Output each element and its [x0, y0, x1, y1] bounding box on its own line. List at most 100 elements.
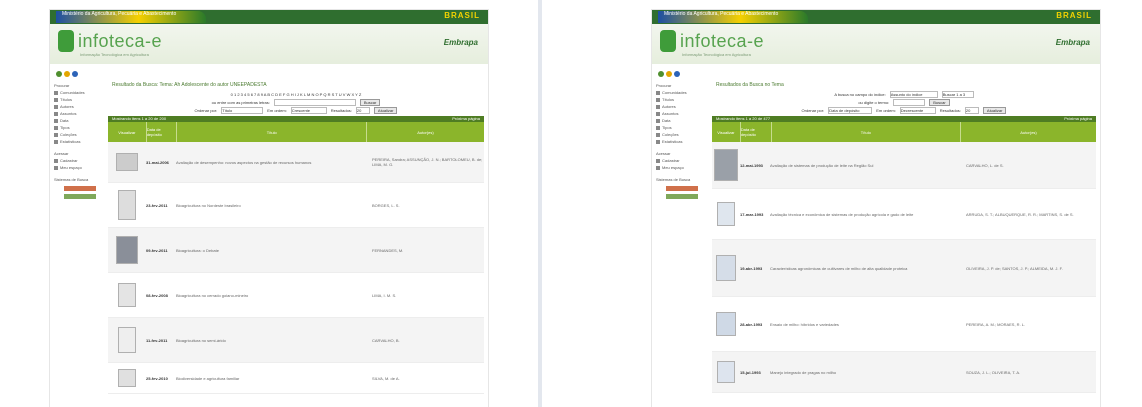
- cell-author[interactable]: SILVA, M. de A.: [372, 376, 484, 381]
- update-button[interactable]: Atualizar: [373, 106, 398, 114]
- field-select[interactable]: Assunto do índice: [889, 90, 938, 98]
- cell-title[interactable]: Avaliação de desempenho: novos aspectos …: [176, 160, 372, 165]
- sidebar-item-autores[interactable]: Autores: [54, 103, 106, 110]
- embrapa-logo[interactable]: Embrapa: [1056, 38, 1090, 47]
- cell-author[interactable]: ARRUDA, S. T.; ALBUQUERQUE, R. R.; MARTI…: [966, 212, 1096, 217]
- cell-title[interactable]: Biodiversidade e agricultura familiar: [176, 376, 372, 381]
- thumbnail[interactable]: [108, 327, 146, 353]
- sidebar-item-colecoes[interactable]: Coleções: [656, 131, 708, 138]
- sidebar-item-comunidades[interactable]: Comunidades: [54, 89, 106, 96]
- table-row[interactable]: 19-abr-1993 Características agronômicas …: [712, 240, 1096, 297]
- home-icon[interactable]: [56, 71, 62, 77]
- sidebar-item-estatisticas[interactable]: Estatísticas: [54, 138, 106, 145]
- col-data[interactable]: Data de depósito: [147, 122, 178, 142]
- sidebar-item-titulos[interactable]: Títulos: [54, 96, 106, 103]
- table-row[interactable]: 12-mai-1993 Avaliação de sistemas de pro…: [712, 142, 1096, 189]
- cell-title[interactable]: Ensaio de milho: híbridos e variedades: [770, 322, 966, 327]
- order-select[interactable]: Crescente: [290, 106, 327, 114]
- sort-select[interactable]: Título: [221, 106, 264, 114]
- thumbnail[interactable]: [712, 149, 740, 181]
- search-button[interactable]: Buscar: [929, 98, 950, 106]
- sidebar-item-tipos[interactable]: Tipos: [54, 124, 106, 131]
- sidebar-item-assuntos[interactable]: Assuntos: [54, 110, 106, 117]
- cell-title[interactable]: Avaliação técnica e econômica de sistema…: [770, 212, 966, 217]
- cell-author[interactable]: SOUZA, J. L.; OLIVEIRA, T. A.: [966, 370, 1096, 375]
- infoteca-logo-icon[interactable]: [58, 30, 74, 52]
- search-button[interactable]: Buscar: [359, 98, 381, 106]
- sidebar-item-cadastrar[interactable]: Cadastrar: [54, 157, 106, 164]
- thumbnail[interactable]: [108, 283, 146, 307]
- table-row[interactable]: 08-fev-2008 Bioagricultura no cerrado go…: [108, 273, 484, 318]
- cell-title[interactable]: Bioagricultura no cerrado goiano-mineiro: [176, 293, 372, 298]
- infoteca-logo-icon[interactable]: [660, 30, 676, 52]
- sidebar-item-tipos[interactable]: Tipos: [656, 124, 708, 131]
- sidebar-item-procurar[interactable]: Procurar: [656, 82, 708, 89]
- thumbnail[interactable]: [712, 361, 740, 383]
- sidebar-item-acessar[interactable]: Acessar: [54, 150, 106, 157]
- table-row[interactable]: 23-fev-2011 Bioagricultura no Nordeste b…: [108, 183, 484, 228]
- update-button[interactable]: Atualizar: [982, 106, 1007, 114]
- table-row[interactable]: 11-fev-2011 Bioagricultura no semi-árido…: [108, 318, 484, 363]
- cell-author[interactable]: OLIVEIRA, J. P. de; SANTOS, J. P.; ALMEI…: [966, 266, 1096, 271]
- col-data[interactable]: Data de depósito: [741, 122, 772, 142]
- sidebar-item-meu-espaco[interactable]: Meu espaço: [656, 164, 708, 171]
- results-select[interactable]: 20: [355, 106, 370, 114]
- embrapa-logo[interactable]: Embrapa: [444, 38, 478, 47]
- cell-author[interactable]: CARVALHO, B.: [372, 338, 484, 343]
- range-select[interactable]: Buscar 1 a 3: [941, 90, 974, 98]
- sidebar-item-acessar[interactable]: Acessar: [656, 150, 708, 157]
- table-row[interactable]: 17-mar-1993 Avaliação técnica e econômic…: [712, 189, 1096, 240]
- sort-select[interactable]: Data de depósito: [828, 106, 873, 114]
- cell-author[interactable]: PEREIRA, A. M.; MORAES, R. L.: [966, 322, 1096, 327]
- sidebar-item-data[interactable]: Data: [656, 117, 708, 124]
- home-icon[interactable]: [658, 71, 664, 77]
- col-autor[interactable]: Autor(es): [961, 122, 1096, 142]
- table-row[interactable]: 15-jul-1993 Manejo integrado de pragas n…: [712, 352, 1096, 393]
- thumbnail[interactable]: [712, 202, 740, 226]
- sidebar-banner-2[interactable]: [666, 194, 698, 199]
- sidebar-item-data[interactable]: Data: [54, 117, 106, 124]
- cell-author[interactable]: PEREIRA, Sandra; ASSUNÇÃO, J. N.; BARTOL…: [372, 157, 484, 167]
- thumbnail[interactable]: [108, 369, 146, 387]
- cell-title[interactable]: Manejo integrado de pragas no milho: [770, 370, 966, 375]
- results-select[interactable]: 20: [964, 106, 979, 114]
- sidebar-item-cadastrar[interactable]: Cadastrar: [656, 157, 708, 164]
- brasil-logo[interactable]: BRASIL: [444, 11, 480, 20]
- sidebar-item-estatisticas[interactable]: Estatísticas: [656, 138, 708, 145]
- col-titulo[interactable]: Título: [772, 122, 962, 142]
- thumbnail[interactable]: [712, 255, 740, 281]
- cell-title[interactable]: Avaliação de sistemas de produção de lei…: [770, 163, 966, 168]
- cell-author[interactable]: CARVALHO, L. de S.: [966, 163, 1096, 168]
- thumbnail[interactable]: [108, 236, 146, 264]
- col-titulo[interactable]: Título: [177, 122, 367, 142]
- cell-author[interactable]: FERNANDES, M.: [372, 248, 484, 253]
- search-input[interactable]: [273, 98, 356, 106]
- sidebar-item-procurar[interactable]: Procurar: [54, 82, 106, 89]
- col-visualizar[interactable]: Visualizar: [712, 122, 741, 142]
- table-row[interactable]: 09-fev-2011 Bioagricultura: o Debate FER…: [108, 228, 484, 273]
- sidebar-item-autores[interactable]: Autores: [656, 103, 708, 110]
- thumbnail[interactable]: [108, 190, 146, 220]
- cell-title[interactable]: Bioagricultura no Nordeste brasileiro: [176, 203, 372, 208]
- rss-icon[interactable]: [666, 71, 672, 77]
- sidebar-item-meu-espaco[interactable]: Meu espaço: [54, 164, 106, 171]
- cell-title[interactable]: Bioagricultura: o Debate: [176, 248, 372, 253]
- sidebar-item-colecoes[interactable]: Coleções: [54, 131, 106, 138]
- search-input[interactable]: [893, 98, 926, 106]
- thumbnail[interactable]: [108, 153, 146, 171]
- help-icon[interactable]: [674, 71, 680, 77]
- sidebar-item-comunidades[interactable]: Comunidades: [656, 89, 708, 96]
- infoteca-logo[interactable]: infoteca-e: [78, 31, 162, 52]
- col-visualizar[interactable]: Visualizar: [108, 122, 147, 142]
- table-row[interactable]: 31-mai-2006 Avaliação de desempenho: nov…: [108, 142, 484, 183]
- infoteca-logo[interactable]: infoteca-e: [680, 31, 764, 52]
- brasil-logo[interactable]: BRASIL: [1056, 11, 1092, 20]
- thumbnail[interactable]: [712, 312, 740, 336]
- sidebar-banner-1[interactable]: [64, 186, 96, 191]
- table-row[interactable]: 28-abr-1993 Ensaio de milho: híbridos e …: [712, 297, 1096, 352]
- col-autor[interactable]: Autor(es): [367, 122, 484, 142]
- alphabet-nav[interactable]: 0 1 2 3 4 5 6 7 8 9 A B C D E F G H I J …: [108, 90, 484, 98]
- sidebar-item-assuntos[interactable]: Assuntos: [656, 110, 708, 117]
- cell-author[interactable]: BORGES, L. S.: [372, 203, 484, 208]
- table-row[interactable]: 25-fev-2010 Biodiversidade e agricultura…: [108, 363, 484, 394]
